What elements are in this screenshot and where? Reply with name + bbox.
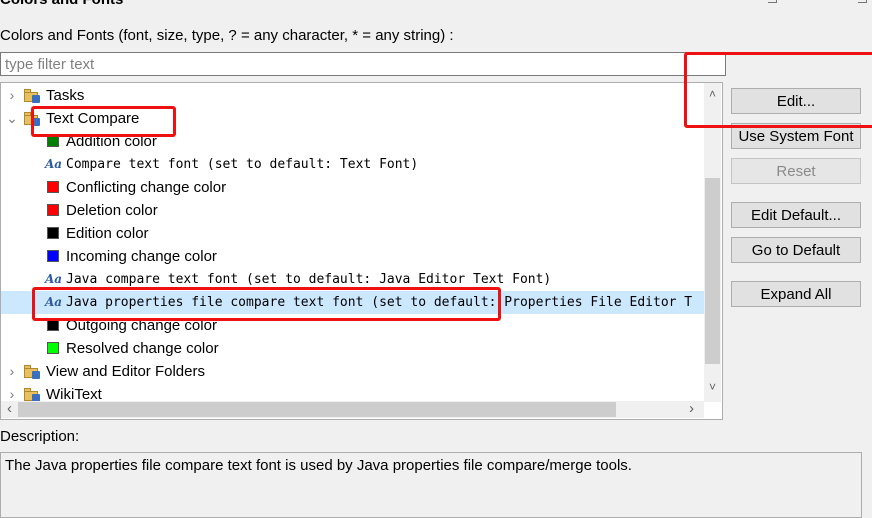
vertical-scrollbar-thumb[interactable] — [705, 178, 720, 364]
tree-item[interactable]: Deletion color — [1, 199, 705, 222]
font-icon: Aa — [45, 157, 63, 171]
annotation-box-java-properties-font — [32, 287, 501, 321]
tree-item-label: Deletion color — [66, 202, 158, 219]
tree-item-label: Tasks — [46, 87, 85, 104]
tree-item-label: Conflicting change color — [66, 179, 227, 196]
go-to-default-button[interactable]: Go to Default — [731, 237, 861, 263]
intro-label: Colors and Fonts (font, size, type, ? = … — [0, 27, 454, 44]
page-title: Colors and Fonts — [0, 0, 123, 8]
tree-item[interactable]: Conflicting change color — [1, 176, 705, 199]
chevron-down-icon[interactable]: ⌄ — [5, 107, 19, 130]
tree-item[interactable]: Edition color — [1, 222, 705, 245]
tree-item-label: Resolved change color — [66, 340, 219, 357]
reset-button[interactable]: Reset — [731, 158, 861, 184]
annotation-box-text-compare — [31, 106, 176, 137]
filter-input[interactable] — [0, 52, 726, 76]
expand-all-button[interactable]: Expand All — [731, 281, 861, 307]
preferences-folder-icon — [24, 388, 40, 402]
scroll-right-icon[interactable]: › — [683, 400, 700, 417]
tree-item[interactable]: Resolved change color — [1, 337, 705, 360]
color-swatch-icon — [47, 342, 59, 354]
color-swatch-icon — [47, 227, 59, 239]
tree-item[interactable]: › Tasks — [1, 84, 705, 107]
tree-item[interactable]: Incoming change color — [1, 245, 705, 268]
color-swatch-icon — [47, 181, 59, 193]
menu-arrow-icon[interactable] — [858, 0, 867, 3]
preferences-folder-icon — [24, 89, 40, 103]
tree-item[interactable]: › View and Editor Folders — [1, 360, 705, 383]
chevron-right-icon[interactable]: › — [5, 360, 19, 383]
description-label: Description: — [0, 428, 80, 445]
preferences-folder-icon — [24, 365, 40, 379]
horizontal-scrollbar-thumb[interactable] — [18, 402, 616, 417]
tree-item-label: Compare text font (set to default: Text … — [66, 157, 419, 172]
edit-default-button[interactable]: Edit Default... — [731, 202, 861, 228]
annotation-box-edit — [684, 52, 872, 128]
scroll-left-icon[interactable]: ‹ — [1, 400, 18, 417]
color-swatch-icon — [47, 204, 59, 216]
tree-item[interactable]: Aa Compare text font (set to default: Tex… — [1, 153, 705, 176]
color-swatch-icon — [47, 250, 59, 262]
tree-item-label: Edition color — [66, 225, 149, 242]
tree-item-label: Incoming change color — [66, 248, 217, 265]
scroll-down-icon[interactable]: ˅ — [704, 380, 721, 394]
title-nav-icons[interactable] — [762, 0, 872, 6]
tree-item-label: View and Editor Folders — [46, 363, 205, 380]
chevron-right-icon[interactable]: › — [5, 84, 19, 107]
description-text: The Java properties file compare text fo… — [0, 452, 862, 518]
back-arrow-icon[interactable] — [768, 0, 777, 3]
